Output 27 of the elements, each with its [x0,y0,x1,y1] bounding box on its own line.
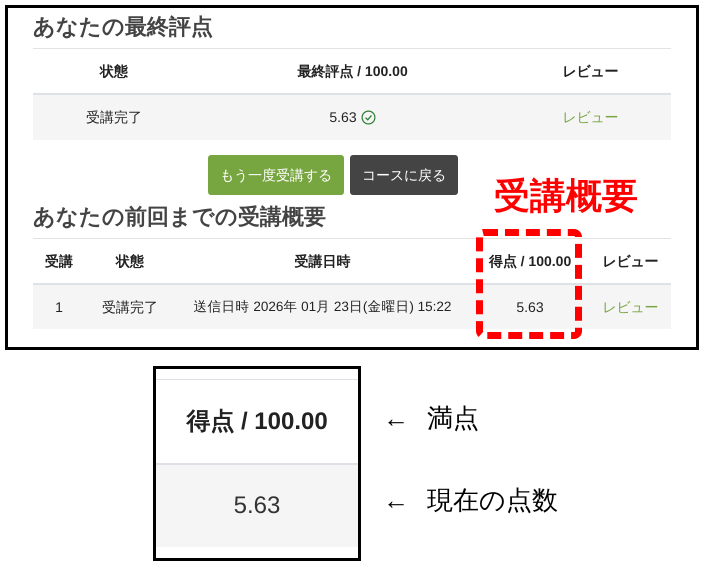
column-header: 受講日時 [294,252,352,270]
arrow-glyph: ← [383,484,409,517]
column-header: 受講 [44,252,74,270]
callout-label: 受講概要 [494,174,638,218]
review-link[interactable]: レビュー [510,107,671,128]
column-header: レビュー [602,252,660,270]
column-header: 状態 [98,62,129,80]
table-cell-text: 受講完了 [85,108,143,127]
arrow-glyph: ← [383,402,409,435]
table-cell-text: 5.63 [329,108,357,127]
section-title: あなたの最終評点 [33,13,214,41]
column-header: 状態 [114,252,145,270]
review-link[interactable]: レビュー [590,296,671,318]
action-button[interactable]: コースに戻る [350,155,458,195]
column-header: 最終評点 / 100.00 [296,62,409,81]
table-cell-text: 1 [54,298,64,316]
note-text: 満点 [427,402,479,435]
table-cell-text: 5.63 [234,491,280,521]
section-title: あなたの前回までの受講概要 [33,203,327,231]
note-text: 現在の点数 [427,484,558,517]
column-header: レビュー [562,62,620,80]
column-header: 得点 / 100.00 [186,406,328,436]
table-cell-text: 5.63 [515,298,545,316]
table-cell-text: 受講完了 [101,298,159,316]
table-cell-text: 送信日時 2026年 01月 23日(金曜日) 15:22 [192,298,452,316]
column-header: 得点 / 100.00 [488,252,572,271]
action-button[interactable]: もう一度受講する [208,155,344,195]
